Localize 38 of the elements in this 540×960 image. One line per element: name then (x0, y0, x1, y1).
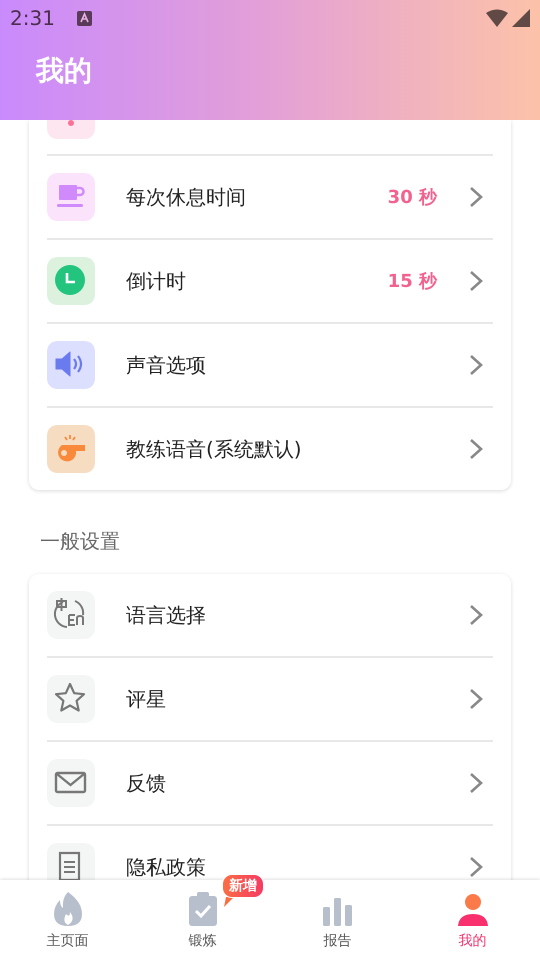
setting-label: 每次休息时间 (126, 184, 247, 210)
envelope-icon (47, 759, 95, 807)
settings-row[interactable]: 每次休息时间 30 秒 (47, 154, 493, 238)
setting-label: 倒计时 (126, 268, 187, 294)
flame-icon (52, 892, 84, 926)
settings-row[interactable]: 反馈 (47, 740, 493, 824)
status-time: 2:31 (10, 6, 55, 30)
nav-tab[interactable]: 我的 (405, 880, 540, 960)
setting-value: 15 秒 (388, 270, 437, 293)
clock-icon (47, 257, 95, 305)
signal-icon (512, 9, 530, 27)
setting-label: 语言选择 (126, 602, 207, 628)
page-title: 我的 (36, 53, 92, 89)
speaker-icon (47, 341, 95, 389)
setting-label: 隐私政策 (126, 854, 207, 880)
bar-chart-icon (322, 898, 352, 926)
setting-label: 反馈 (126, 770, 167, 796)
whistle-icon (47, 425, 95, 473)
translate-icon (47, 591, 95, 639)
nav-tab[interactable]: 报告 (270, 880, 405, 960)
settings-row[interactable]: 评星 (47, 656, 493, 740)
clipboard-check-icon (188, 892, 218, 926)
notification-icon (76, 10, 92, 26)
settings-row[interactable]: 倒计时 15 秒 (47, 238, 493, 322)
setting-label: 教练语音(系统默认) (126, 436, 303, 462)
nav-tab[interactable]: 主页面 (0, 880, 135, 960)
speech-tail-icon (224, 897, 234, 907)
person-icon (458, 894, 488, 926)
setting-label: 评星 (126, 686, 167, 712)
settings-row[interactable]: 声音选项 (47, 322, 493, 406)
settings-row[interactable]: 教练语音(系统默认) (47, 406, 493, 490)
setting-value: 30 秒 (388, 186, 437, 209)
wifi-icon (486, 9, 508, 27)
settings-row[interactable]: 语言选择 (47, 574, 493, 656)
setting-label: 声音选项 (126, 352, 207, 378)
section-title: 一般设置 (40, 529, 120, 553)
cup-icon (47, 173, 95, 221)
new-badge: 新增 (222, 874, 264, 898)
